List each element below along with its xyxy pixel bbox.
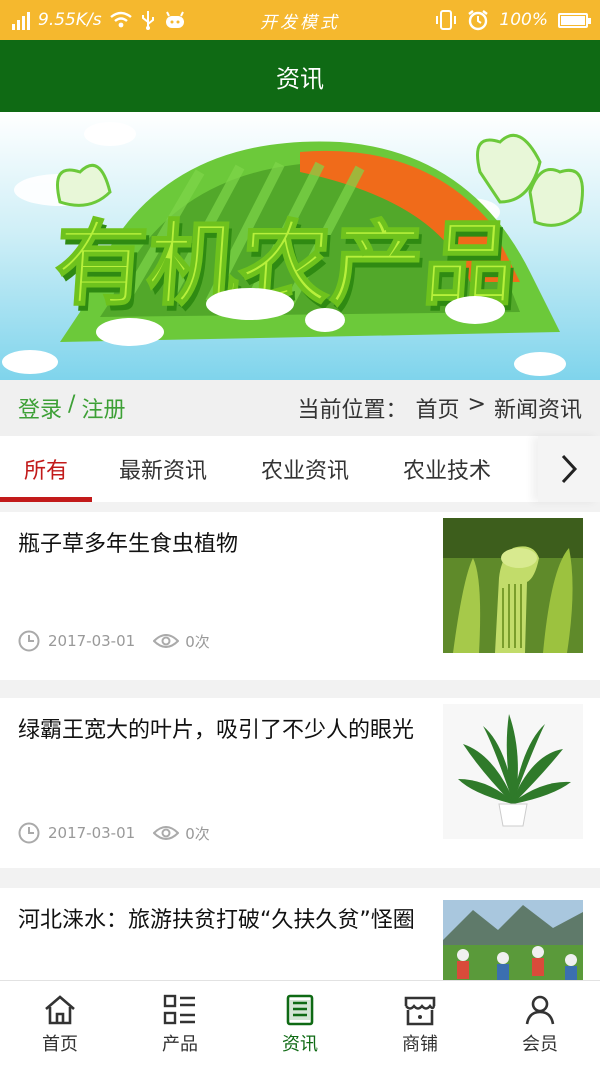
tab-all[interactable]: 所有 <box>0 436 92 502</box>
news-item[interactable]: 瓶子草多年生食虫植物 2017-03-01 0次 <box>0 512 600 680</box>
alarm-icon <box>468 10 489 31</box>
nav-products[interactable]: 产品 <box>120 981 240 1067</box>
tab-agri-tech[interactable]: 农业技术 <box>376 436 518 502</box>
breadcrumb-label: 当前位置： <box>297 398 408 423</box>
news-thumbnail[interactable] <box>443 704 583 839</box>
nav-home[interactable]: 首页 <box>0 981 120 1067</box>
nav-member[interactable]: 会员 <box>480 981 600 1067</box>
login-breadcrumb-bar: 登录 / 注册 当前位置： 首页 > 新闻资讯 <box>0 380 600 436</box>
tab-label: 农业技术 <box>402 459 491 484</box>
news-item[interactable]: 河北涞水：旅游扶贫打破“久扶久贫”怪圈 <box>0 888 600 980</box>
news-meta: 2017-03-01 0次 <box>18 630 210 652</box>
register-link[interactable]: 注册 <box>81 392 125 424</box>
battery-percent: 100% <box>499 10 548 30</box>
nav-label: 首页 <box>42 1033 78 1055</box>
nav-shops[interactable]: 商铺 <box>360 981 480 1067</box>
news-thumbnail[interactable] <box>443 900 583 980</box>
nav-label: 商铺 <box>402 1033 438 1055</box>
news-views: 0次 <box>185 824 210 843</box>
news-icon <box>286 994 314 1025</box>
news-item[interactable]: 绿霸王宽大的叶片，吸引了不少人的眼光 2017-03-01 0次 <box>0 698 600 868</box>
banner[interactable]: 有机农产品 有机农产品 <box>0 112 600 380</box>
login-separator: / <box>68 392 76 417</box>
news-meta: 2017-03-01 0次 <box>18 822 210 844</box>
page-title-bar: 资讯 <box>0 40 600 112</box>
nav-label: 会员 <box>522 1033 558 1055</box>
breadcrumb-home[interactable]: 首页 <box>416 392 460 424</box>
eye-icon <box>153 826 180 840</box>
signal-icon <box>12 10 30 30</box>
breadcrumb-current: 新闻资讯 <box>493 398 582 423</box>
grid-list-icon <box>163 994 195 1024</box>
chevron-right-icon <box>561 454 578 484</box>
battery-icon <box>558 12 591 28</box>
wifi-icon <box>109 11 132 28</box>
news-date: 2017-03-01 <box>48 632 136 650</box>
clock-icon <box>18 822 40 844</box>
user-icon <box>525 995 555 1024</box>
status-bar: 9.55K/s 开发模式 100% <box>0 0 600 40</box>
banner-illustration: 有机农产品 有机农产品 <box>2 122 584 376</box>
news-title[interactable]: 绿霸王宽大的叶片，吸引了不少人的眼光 <box>18 716 418 746</box>
bottom-nav: 首页 产品 资讯 商铺 会员 <box>0 980 600 1067</box>
tab-label: 所有 <box>23 459 68 484</box>
tab-latest-news[interactable]: 最新资讯 <box>92 436 234 502</box>
tab-agri-news[interactable]: 农业资讯 <box>234 436 376 502</box>
nav-label: 产品 <box>162 1033 198 1055</box>
breadcrumb-arrow: > <box>467 392 486 417</box>
page-title: 资讯 <box>276 64 324 93</box>
breadcrumb: 当前位置： 首页 > 新闻资讯 <box>298 392 582 424</box>
tab-label: 最新资讯 <box>118 459 207 484</box>
nav-label: 资讯 <box>282 1033 318 1055</box>
news-thumbnail[interactable] <box>443 518 583 653</box>
android-icon <box>165 11 184 28</box>
shop-icon <box>404 996 436 1025</box>
news-title[interactable]: 瓶子草多年生食虫植物 <box>18 530 418 560</box>
eye-icon <box>153 634 180 648</box>
vibrate-icon <box>436 10 457 30</box>
news-date: 2017-03-01 <box>48 824 136 842</box>
news-title[interactable]: 河北涞水：旅游扶贫打破“久扶久贫”怪圈 <box>18 906 418 936</box>
usb-icon <box>141 11 154 30</box>
tabs-scroll-right-button[interactable] <box>538 436 600 502</box>
nav-news[interactable]: 资讯 <box>240 981 360 1067</box>
net-speed: 9.55K/s <box>38 10 102 30</box>
tab-label: 农业资讯 <box>260 459 349 484</box>
news-views: 0次 <box>185 632 210 651</box>
category-tabs: 所有 最新资讯 农业资讯 农业技术 <box>0 436 600 502</box>
clock-icon <box>18 630 40 652</box>
login-link[interactable]: 登录 <box>18 392 62 424</box>
home-icon <box>45 994 75 1024</box>
